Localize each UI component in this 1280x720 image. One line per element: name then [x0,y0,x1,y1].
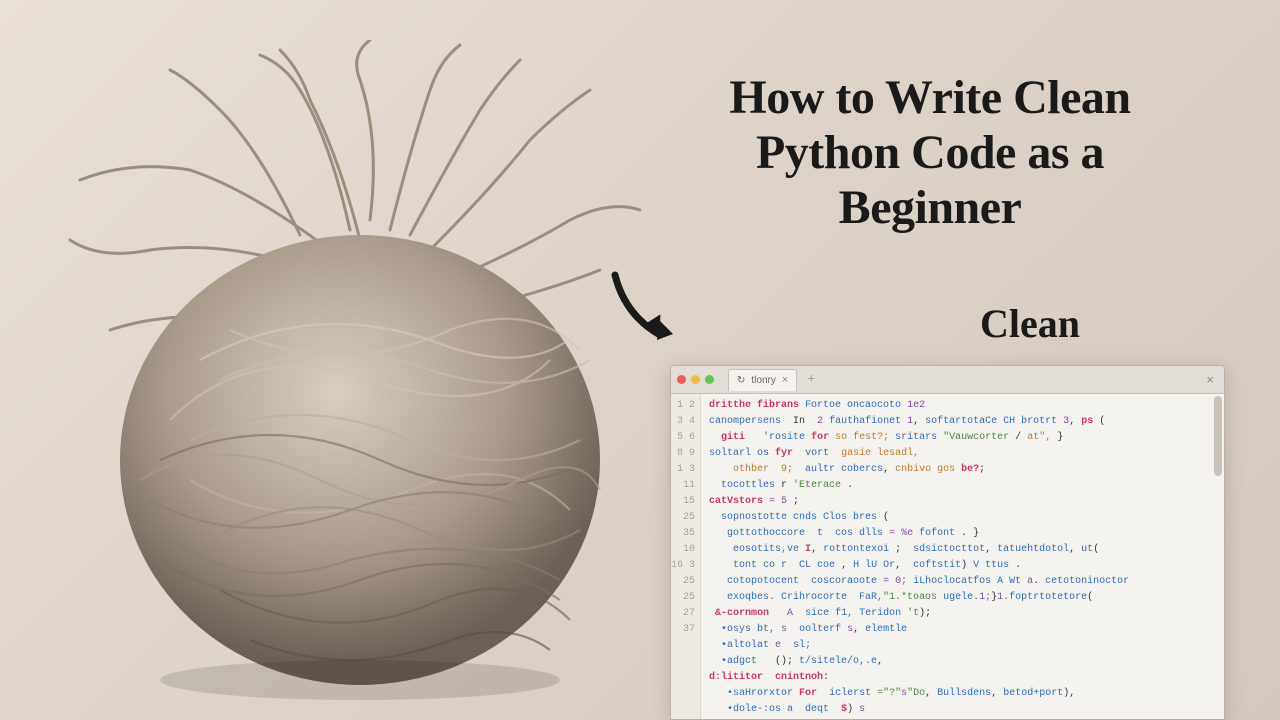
window-close-icon[interactable]: × [1202,372,1218,387]
reload-icon: ↻ [737,375,745,386]
arrow-icon [605,260,695,350]
scrollbar[interactable] [1214,396,1222,476]
traffic-lights [677,375,714,384]
code-content: dritthe fibrans Fortoe oncaocoto 1e2 can… [701,394,1224,719]
subtitle-clean: Clean [980,300,1080,347]
main-title: How to Write Clean Python Code as a Begi… [670,70,1190,236]
close-dot-icon[interactable] [677,375,686,384]
tangled-wire-illustration [50,40,670,700]
minimize-dot-icon[interactable] [691,375,700,384]
maximize-dot-icon[interactable] [705,375,714,384]
code-editor-window: ↻ tlonry × + × 1 2 3 4 5 6 8 9 1 3 11 15… [670,365,1225,720]
editor-tabbar: ↻ tlonry × + × [671,366,1224,394]
editor-tab[interactable]: ↻ tlonry × [728,369,797,391]
new-tab-button[interactable]: + [807,372,815,388]
tab-label: tlonry [751,375,775,386]
tab-close-icon[interactable]: × [782,374,788,386]
line-number-gutter: 1 2 3 4 5 6 8 9 1 3 11 15 25 35 10 16 3 … [671,394,701,719]
code-area: 1 2 3 4 5 6 8 9 1 3 11 15 25 35 10 16 3 … [671,394,1224,719]
